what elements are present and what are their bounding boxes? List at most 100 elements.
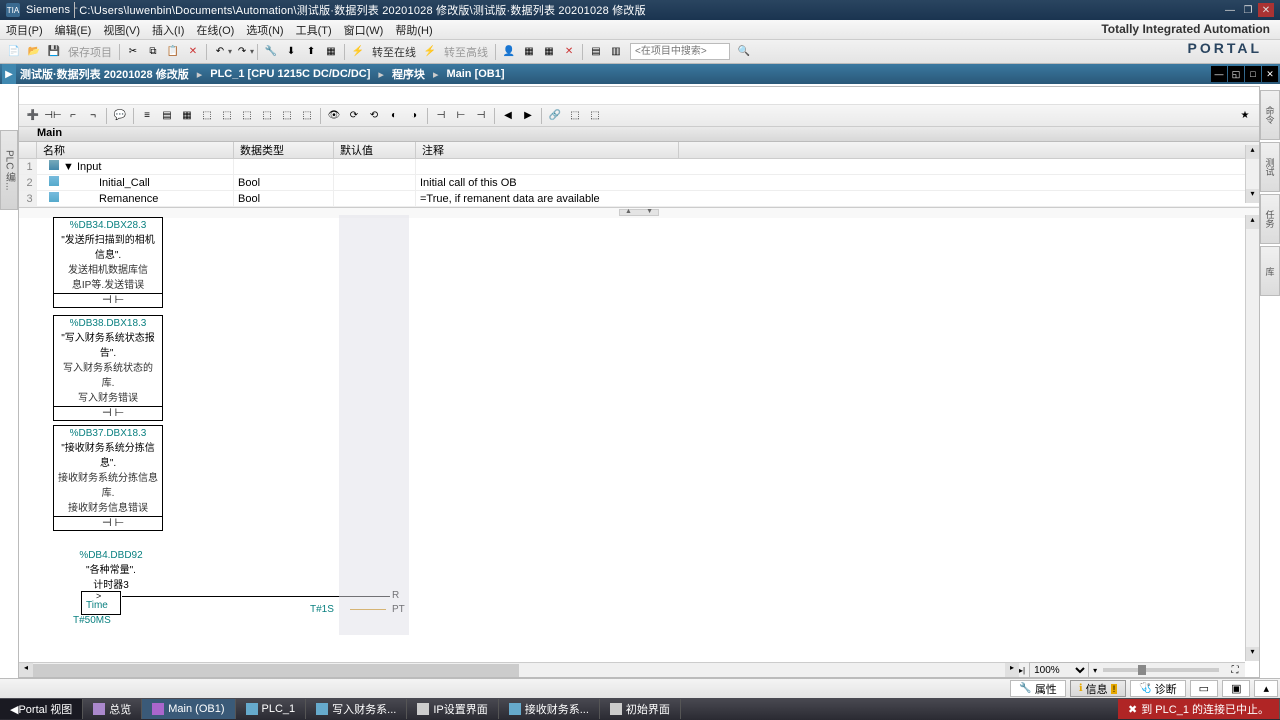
editor-max-button[interactable]: □ — [1245, 66, 1261, 82]
zoom-slider[interactable] — [1103, 668, 1219, 672]
menu-view[interactable]: 视图(V) — [97, 22, 146, 38]
expand-icon[interactable]: ▼ — [63, 161, 73, 171]
save-button[interactable]: 💾 — [45, 43, 63, 61]
et-b6[interactable]: ⬚ — [238, 107, 256, 125]
sim-button[interactable]: ▦ — [322, 43, 340, 61]
diagnostics-tab[interactable]: 🩺诊断 — [1130, 680, 1185, 697]
et-b2[interactable]: ▤ — [158, 107, 176, 125]
connection-error[interactable]: ✖到 PLC_1 的连接已中止。 — [1118, 699, 1280, 719]
menu-edit[interactable]: 编辑(E) — [49, 22, 98, 38]
et-insert-nc[interactable]: ⊣⊢ — [44, 107, 62, 125]
editor-float-button[interactable]: ◱ — [1228, 66, 1244, 82]
menu-online[interactable]: 在线(O) — [190, 22, 240, 38]
undo-button[interactable]: ↶ — [211, 43, 229, 61]
iface-row-initialcall[interactable]: 2 Initial_Call Bool Initial call of this… — [19, 175, 1259, 191]
et-b5[interactable]: ⬚ — [218, 107, 236, 125]
crumb-main[interactable]: Main [OB1] — [442, 68, 508, 80]
redo-button[interactable]: ↷ — [233, 43, 251, 61]
menu-help[interactable]: 帮助(H) — [389, 22, 438, 38]
search-button[interactable]: 🔍 — [735, 43, 753, 61]
go-online-label[interactable]: 转至在线 — [372, 44, 416, 60]
right-tab-libs[interactable]: 库 — [1260, 246, 1280, 296]
ladder-editor[interactable]: %DB34.DBX28.3 "发送所扫描到的相机信息". 发送相机数据库信 息I… — [19, 215, 1245, 661]
tab-overview[interactable]: 总览 — [83, 699, 142, 719]
tab-ipset[interactable]: IP设置界面 — [407, 699, 498, 719]
tab-recv-fin[interactable]: 接收财务系... — [499, 699, 600, 719]
et-branch-close[interactable]: ¬ — [84, 107, 102, 125]
download-button[interactable]: ⬇ — [282, 43, 300, 61]
tab-init-ui[interactable]: 初始界面 — [600, 699, 681, 719]
et-b3[interactable]: ▦ — [178, 107, 196, 125]
menu-project[interactable]: 项目(P) — [0, 22, 49, 38]
inspector-toggle1[interactable]: ▭ — [1190, 680, 1218, 697]
col-type[interactable]: 数据类型 — [234, 142, 334, 158]
menu-insert[interactable]: 插入(I) — [146, 22, 190, 38]
right-tab-testing[interactable]: 测试 — [1260, 142, 1280, 192]
info-tab[interactable]: ℹ信息 ! — [1070, 680, 1126, 697]
et-e2[interactable]: ▶ — [519, 107, 537, 125]
left-panel-tab[interactable]: PLC 编... — [0, 130, 18, 210]
upload-button[interactable]: ⬆ — [302, 43, 320, 61]
et-b9[interactable]: ⬚ — [298, 107, 316, 125]
et-insert-network[interactable]: ➕ — [24, 107, 42, 125]
tb-btn-a[interactable]: 👤 — [500, 43, 518, 61]
close-button[interactable]: ✕ — [1258, 3, 1274, 17]
menu-options[interactable]: 选项(N) — [240, 22, 289, 38]
et-e1[interactable]: ◀ — [499, 107, 517, 125]
copy-button[interactable]: ⧉ — [144, 43, 162, 61]
et-b4[interactable]: ⬚ — [198, 107, 216, 125]
col-comment[interactable]: 注释 — [416, 142, 679, 158]
iface-row-input[interactable]: 1 ▼Input — [19, 159, 1259, 175]
crumb-project[interactable]: 测试版·数据列表 20201028 修改版 — [16, 66, 193, 82]
tab-write-fin[interactable]: 写入财务系... — [306, 699, 407, 719]
iface-vscroll[interactable]: ▴ ▾ — [1245, 145, 1259, 203]
new-project-button[interactable]: 📄 — [5, 43, 23, 61]
split-h-button[interactable]: ▤ — [587, 43, 605, 61]
project-search-input[interactable] — [630, 43, 730, 60]
crumb-blocks[interactable]: 程序块 — [388, 66, 429, 82]
et-f2[interactable]: ⬚ — [566, 107, 584, 125]
compile-button[interactable]: 🔧 — [262, 43, 280, 61]
minimize-button[interactable]: — — [1222, 3, 1238, 17]
go-online-icon[interactable]: ⚡ — [349, 43, 367, 61]
paste-button[interactable]: 📋 — [164, 43, 182, 61]
et-d2[interactable]: ⊢ — [452, 107, 470, 125]
split-v-button[interactable]: ▥ — [607, 43, 625, 61]
editor-close-button[interactable]: ✕ — [1262, 66, 1278, 82]
et-b7[interactable]: ⬚ — [258, 107, 276, 125]
ladder-vscroll[interactable]: ▴ ▾ — [1245, 215, 1259, 661]
delete-button[interactable]: ✕ — [184, 43, 202, 61]
et-b1[interactable]: ≡ — [138, 107, 156, 125]
tab-main-ob1[interactable]: Main (OB1) — [142, 699, 235, 719]
iface-row-remanence[interactable]: 3 Remanence Bool =True, if remanent data… — [19, 191, 1259, 207]
et-monitor[interactable]: 👁 — [325, 107, 343, 125]
et-c1[interactable]: ⟳ — [345, 107, 363, 125]
et-c3[interactable]: ◐ — [385, 107, 403, 125]
et-c2[interactable]: ⟲ — [365, 107, 383, 125]
cut-button[interactable]: ✂ — [124, 43, 142, 61]
tb-btn-x[interactable]: ✕ — [560, 43, 578, 61]
et-comment[interactable]: 💬 — [111, 107, 129, 125]
et-f3[interactable]: ⬚ — [586, 107, 604, 125]
breadcrumb-back[interactable]: ▶ — [2, 64, 16, 84]
properties-tab[interactable]: 🔧属性 — [1010, 680, 1065, 697]
et-branch-open[interactable]: ⌐ — [64, 107, 82, 125]
crumb-plc[interactable]: PLC_1 [CPU 1215C DC/DC/DC] — [206, 68, 374, 80]
menu-window[interactable]: 窗口(W) — [338, 22, 390, 38]
right-tab-tasks[interactable]: 任务 — [1260, 194, 1280, 244]
right-tab-instructions[interactable]: 命令 — [1260, 90, 1280, 140]
et-f1[interactable]: 🔗 — [546, 107, 564, 125]
ladder-hscroll[interactable]: ◂ ▸ — [19, 662, 1019, 677]
menu-tools[interactable]: 工具(T) — [290, 22, 338, 38]
portal-view-button[interactable]: ◀ Portal 视图 — [0, 699, 83, 719]
tb-btn-c[interactable]: ▦ — [540, 43, 558, 61]
editor-min-button[interactable]: — — [1211, 66, 1227, 82]
maximize-button[interactable]: ❐ — [1240, 3, 1256, 17]
et-d1[interactable]: ⊣ — [432, 107, 450, 125]
tb-btn-b[interactable]: ▦ — [520, 43, 538, 61]
et-favorites[interactable]: ★ — [1236, 107, 1254, 125]
et-d3[interactable]: ⊣ — [472, 107, 490, 125]
open-project-button[interactable]: 📂 — [25, 43, 43, 61]
zoom-select[interactable]: 100% — [1029, 662, 1089, 678]
inspector-collapse[interactable]: ▴ — [1254, 680, 1278, 697]
